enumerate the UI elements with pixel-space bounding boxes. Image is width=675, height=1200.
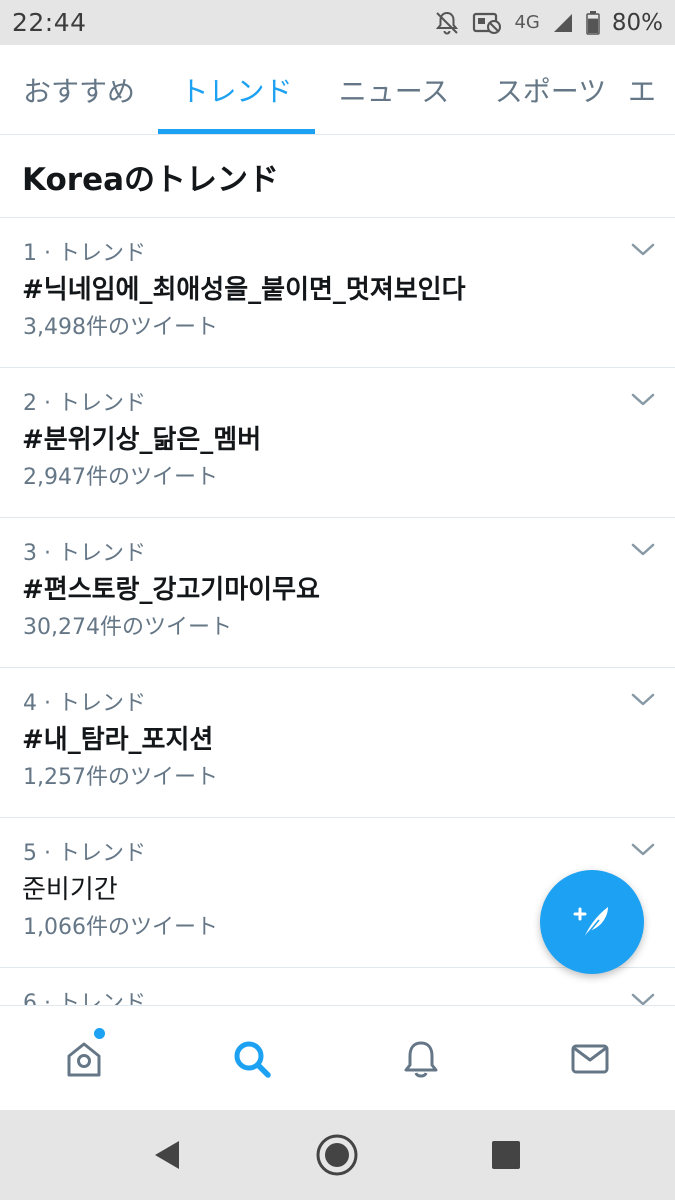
trend-rank: 2 · トレンド xyxy=(23,391,146,416)
page-title: Koreaのトレンド xyxy=(22,162,280,198)
cast-icon xyxy=(472,11,502,35)
back-button[interactable] xyxy=(122,1110,212,1200)
tab-entertainment[interactable]: エ xyxy=(628,45,675,134)
trend-name: 준비기간 xyxy=(22,875,118,905)
nav-messages[interactable] xyxy=(506,1006,674,1111)
signal-icon xyxy=(552,12,574,34)
trend-row-3[interactable]: 3 · トレンド #편스토랑_강고기마이무요 30,274件のツイート xyxy=(0,518,675,668)
notifications-off-icon xyxy=(434,10,460,36)
chevron-down-icon[interactable] xyxy=(630,842,656,858)
status-time: 22:44 xyxy=(12,8,87,37)
compose-tweet-button[interactable] xyxy=(540,870,644,974)
chevron-down-icon[interactable] xyxy=(630,242,656,258)
tab-recommended[interactable]: おすすめ xyxy=(0,45,158,134)
explore-tabs: おすすめ トレンド ニュース スポーツ エ xyxy=(0,45,675,135)
trend-row-4[interactable]: 4 · トレンド #내_탐라_포지션 1,257件のツイート xyxy=(0,668,675,818)
search-icon xyxy=(234,1041,271,1078)
back-icon xyxy=(155,1141,179,1169)
trend-row-2[interactable]: 2 · トレンド #분위기상_닮은_멤버 2,947件のツイート xyxy=(0,368,675,518)
notification-badge xyxy=(94,1028,105,1039)
network-type: 4G xyxy=(514,12,540,33)
trend-tweet-count: 2,947件のツイート xyxy=(23,465,218,490)
recents-button[interactable] xyxy=(461,1110,551,1200)
home-circle-icon xyxy=(316,1134,358,1176)
trend-row-1[interactable]: 1 · トレンド #닉네임에_최애성을_붙이면_멋져보인다 3,498件のツイー… xyxy=(0,218,675,368)
system-home-button[interactable] xyxy=(292,1110,382,1200)
trend-rank: 1 · トレンド xyxy=(23,241,146,266)
trend-name: #닉네임에_최애성을_붙이면_멋져보인다 xyxy=(22,275,466,305)
status-bar: 22:44 4G 80% xyxy=(0,0,675,45)
battery-percent: 80% xyxy=(611,9,663,36)
nav-search[interactable] xyxy=(168,1006,336,1111)
compose-tweet-icon xyxy=(573,907,608,939)
bell-icon xyxy=(404,1041,438,1077)
home-icon xyxy=(67,1042,101,1076)
bottom-nav xyxy=(0,1005,675,1110)
chevron-down-icon[interactable] xyxy=(630,542,656,558)
trend-tweet-count: 3,498件のツイート xyxy=(23,315,218,340)
system-nav-bar xyxy=(0,1110,675,1200)
status-icons: 4G 80% xyxy=(434,10,663,36)
tab-trends[interactable]: トレンド xyxy=(158,45,315,134)
recents-icon xyxy=(492,1141,520,1169)
nav-home[interactable] xyxy=(0,1006,168,1111)
trend-tweet-count: 30,274件のツイート xyxy=(23,615,232,640)
chevron-down-icon[interactable] xyxy=(630,692,656,708)
active-tab-indicator xyxy=(158,129,315,134)
battery-icon xyxy=(586,10,600,35)
trend-rank: 5 · トレンド xyxy=(23,841,146,866)
tab-sports[interactable]: スポーツ xyxy=(473,45,628,134)
trend-rank: 4 · トレンド xyxy=(23,691,146,716)
tab-news[interactable]: ニュース xyxy=(315,45,473,134)
trend-list: 1 · トレンド #닉네임에_최애성을_붙이면_멋져보인다 3,498件のツイー… xyxy=(0,218,675,1118)
trend-tweet-count: 1,066件のツイート xyxy=(23,915,218,940)
trend-name: #내_탐라_포지션 xyxy=(22,725,214,755)
mail-icon xyxy=(571,1044,609,1073)
trend-tweet-count: 1,257件のツイート xyxy=(23,765,218,790)
nav-notifications[interactable] xyxy=(337,1006,505,1111)
trend-rank: 3 · トレンド xyxy=(23,541,146,566)
trend-name: #편스토랑_강고기마이무요 xyxy=(22,575,320,605)
trend-name: #분위기상_닮은_멤버 xyxy=(22,425,262,455)
chevron-down-icon[interactable] xyxy=(630,392,656,408)
